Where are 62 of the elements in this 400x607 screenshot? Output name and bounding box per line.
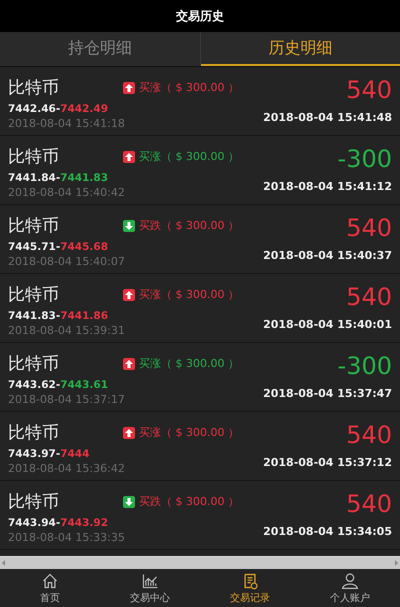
close-time: 2018-08-04 15:40:37 — [263, 249, 392, 262]
profit: 540 — [346, 75, 392, 105]
open-time: 2018-08-04 15:36:42 — [8, 462, 126, 475]
nav-item[interactable]: 交易记录 — [200, 569, 300, 607]
left-arrow-icon[interactable] — [0, 559, 8, 567]
asset-name: 比特币 — [8, 146, 60, 168]
order-label: 买涨（ $ 300.00 ） — [139, 149, 239, 164]
profit: 540 — [346, 489, 392, 519]
profit: 540 — [346, 420, 392, 450]
order-label: 买涨（ $ 300.00 ） — [139, 287, 239, 302]
tab[interactable]: 持仓明细 — [0, 32, 200, 66]
up-arrow-icon — [123, 82, 135, 94]
asset-name: 比特币 — [8, 422, 60, 444]
order-label: 买跌（ $ 300.00 ） — [139, 494, 239, 509]
chart-icon — [141, 572, 159, 590]
up-arrow-icon — [123, 426, 135, 438]
close-time: 2018-08-04 15:34:05 — [263, 525, 392, 538]
price-range: 7443.62-7443.61 — [8, 379, 110, 391]
down-arrow-icon — [123, 496, 135, 508]
close-time: 2018-08-04 15:41:48 — [263, 111, 392, 124]
price-range: 7442.46-7442.49 — [8, 103, 110, 115]
up-arrow-icon — [123, 288, 135, 300]
asset-name: 比特币 — [8, 353, 60, 375]
price-range: 7443.97-7444 — [8, 448, 90, 460]
order-label: 买涨（ $ 300.00 ） — [139, 425, 239, 440]
right-arrow-icon[interactable] — [392, 559, 400, 567]
price-range: 7445.71-7445.68 — [8, 241, 110, 253]
open-time: 2018-08-04 15:40:42 — [8, 186, 126, 199]
open-time: 2018-08-04 15:37:17 — [8, 393, 126, 406]
nav-item[interactable]: 个人账户 — [300, 569, 400, 607]
price-range: 7441.83-7441.86 — [8, 310, 110, 322]
open-time: 2018-08-04 15:39:31 — [8, 324, 126, 337]
close-time: 2018-08-04 15:41:12 — [263, 180, 392, 193]
price-range: 7441.84-7441.83 — [8, 172, 110, 184]
price-range: 7443.94-7443.92 — [8, 517, 110, 529]
close-time: 2018-08-04 15:37:12 — [263, 456, 392, 469]
order-label: 买跌（ $ 300.00 ） — [139, 218, 239, 233]
open-time: 2018-08-04 15:40:07 — [8, 255, 126, 268]
page-title: 交易历史 — [0, 0, 400, 32]
profit: -300 — [338, 144, 392, 174]
home-icon — [41, 572, 59, 590]
profit: -300 — [338, 351, 392, 381]
order-label: 买涨（ $ 300.00 ） — [139, 356, 239, 371]
person-icon — [341, 572, 359, 590]
down-arrow-icon — [123, 220, 135, 232]
up-arrow-icon — [123, 358, 135, 370]
asset-name: 比特币 — [8, 77, 60, 99]
nav-item[interactable]: 首页 — [0, 569, 100, 607]
open-time: 2018-08-04 15:41:18 — [8, 117, 126, 130]
asset-name: 比特币 — [8, 215, 60, 237]
close-time: 2018-08-04 15:37:47 — [263, 387, 392, 400]
asset-name: 比特币 — [8, 491, 60, 513]
open-time: 2018-08-04 15:33:35 — [8, 531, 126, 544]
asset-name: 比特币 — [8, 284, 60, 306]
up-arrow-icon — [123, 150, 135, 162]
profit: 540 — [346, 282, 392, 312]
scrollbar[interactable] — [0, 556, 400, 569]
tab[interactable]: 历史明细 — [200, 32, 400, 66]
nav-item[interactable]: 交易中心 — [100, 569, 200, 607]
close-time: 2018-08-04 15:40:01 — [263, 318, 392, 331]
profit: 540 — [346, 213, 392, 243]
order-label: 买涨（ $ 300.00 ） — [139, 80, 239, 95]
